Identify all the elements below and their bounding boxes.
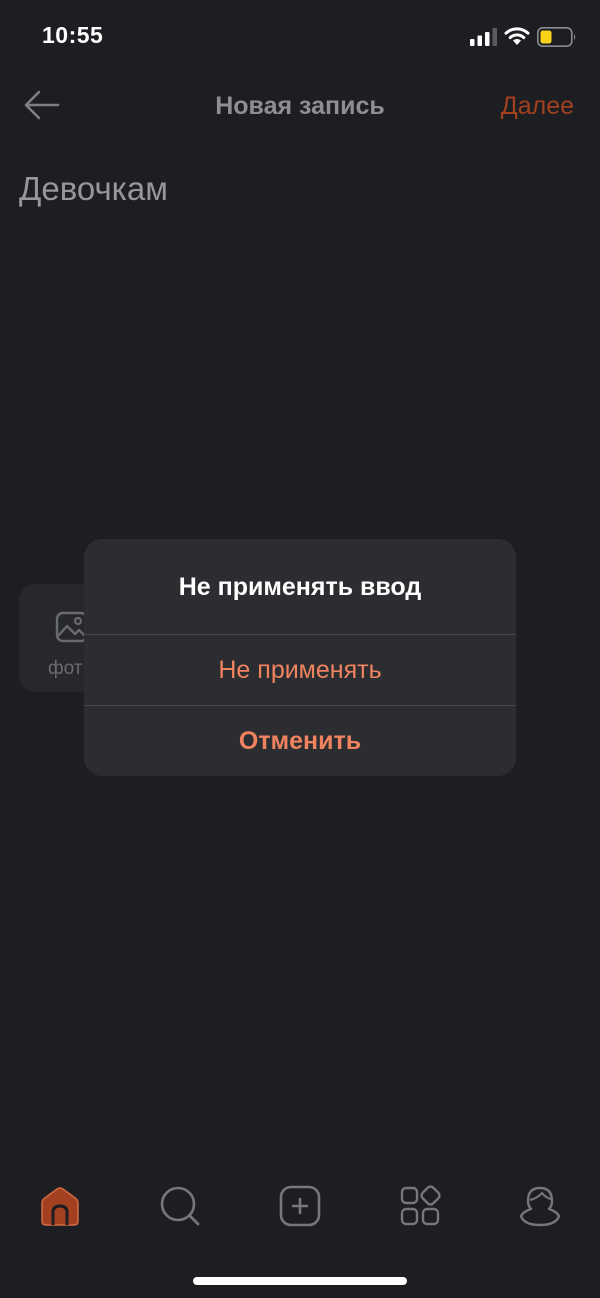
next-button[interactable]: Далее	[501, 92, 574, 121]
cellular-signal-icon	[470, 28, 497, 46]
home-icon[interactable]	[38, 1184, 82, 1228]
attach-photo-label: фот	[48, 658, 83, 679]
cancel-button[interactable]: Отменить	[84, 706, 516, 776]
tab-bar	[0, 1170, 600, 1250]
wifi-icon	[504, 27, 530, 45]
user-icon[interactable]	[518, 1184, 562, 1228]
discard-dialog: Не применять ввод Не применять Отменить	[84, 539, 516, 776]
plus-square-icon[interactable]	[278, 1184, 322, 1228]
dialog-title: Не применять ввод	[178, 573, 422, 601]
status-time: 10:55	[42, 22, 104, 48]
discard-button[interactable]: Не применять	[84, 635, 516, 705]
status-bar: 10:55	[0, 0, 600, 74]
battery-icon	[537, 27, 576, 47]
post-text-input[interactable]: Девочкам	[19, 170, 168, 208]
search-icon[interactable]	[158, 1184, 202, 1228]
home-indicator[interactable]	[193, 1277, 407, 1285]
navigation-bar: Новая запись Далее	[0, 74, 600, 138]
grid-icon[interactable]	[398, 1184, 442, 1228]
